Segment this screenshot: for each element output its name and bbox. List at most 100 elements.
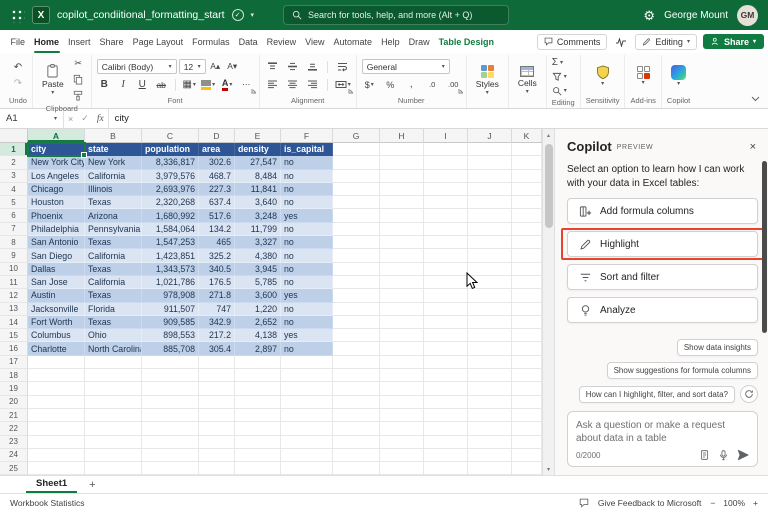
- cell-D3[interactable]: 468.7: [199, 170, 235, 183]
- cell-B25[interactable]: [85, 462, 142, 475]
- cell-K16[interactable]: [512, 342, 542, 355]
- row-header-9[interactable]: 9: [0, 249, 28, 262]
- cell-G1[interactable]: [333, 143, 380, 156]
- cell-K15[interactable]: [512, 329, 542, 342]
- cell-A11[interactable]: San Jose: [28, 276, 85, 289]
- cell-B10[interactable]: Texas: [85, 263, 142, 276]
- cell-H3[interactable]: [380, 170, 424, 183]
- cell-I5[interactable]: [424, 196, 468, 209]
- comma-format-button[interactable]: ,: [404, 77, 419, 92]
- cell-A1[interactable]: city: [28, 143, 85, 156]
- cell-J23[interactable]: [468, 436, 512, 449]
- tab-insert[interactable]: Insert: [64, 30, 96, 53]
- cell-C1[interactable]: population: [142, 143, 199, 156]
- cell-F6[interactable]: yes: [281, 209, 333, 222]
- cell-K24[interactable]: [512, 449, 542, 462]
- cell-C25[interactable]: [142, 462, 199, 475]
- cell-H21[interactable]: [380, 409, 424, 422]
- cell-F23[interactable]: [281, 436, 333, 449]
- cell-A19[interactable]: [28, 382, 85, 395]
- cell-A13[interactable]: Jacksonville: [28, 303, 85, 316]
- cell-H12[interactable]: [380, 289, 424, 302]
- cell-D13[interactable]: 747: [199, 303, 235, 316]
- cell-B20[interactable]: [85, 396, 142, 409]
- cell-J25[interactable]: [468, 462, 512, 475]
- cell-C6[interactable]: 1,680,992: [142, 209, 199, 222]
- cell-I12[interactable]: [424, 289, 468, 302]
- cell-D19[interactable]: [199, 382, 235, 395]
- row-header-4[interactable]: 4: [0, 183, 28, 196]
- tab-automate[interactable]: Automate: [329, 30, 377, 53]
- underline-button[interactable]: U: [135, 77, 150, 92]
- cell-A22[interactable]: [28, 422, 85, 435]
- scroll-up-arrow-icon[interactable]: ▴: [547, 129, 550, 141]
- row-header-18[interactable]: 18: [0, 369, 28, 382]
- cell-C8[interactable]: 1,547,253: [142, 236, 199, 249]
- cell-H19[interactable]: [380, 382, 424, 395]
- cell-F4[interactable]: no: [281, 183, 333, 196]
- cell-I9[interactable]: [424, 249, 468, 262]
- row-header-5[interactable]: 5: [0, 196, 28, 209]
- cell-E11[interactable]: 5,785: [235, 276, 281, 289]
- italic-button[interactable]: I: [116, 77, 131, 92]
- cell-K10[interactable]: [512, 263, 542, 276]
- cell-D23[interactable]: [199, 436, 235, 449]
- cell-F24[interactable]: [281, 449, 333, 462]
- cell-E25[interactable]: [235, 462, 281, 475]
- percent-format-button[interactable]: %: [383, 77, 398, 92]
- cell-D8[interactable]: 465: [199, 236, 235, 249]
- cell-D11[interactable]: 176.5: [199, 276, 235, 289]
- refresh-suggestions-button[interactable]: [740, 385, 758, 403]
- tab-page-layout[interactable]: Page Layout: [128, 30, 188, 53]
- editing-mode-dropdown[interactable]: Editing ▾: [635, 34, 697, 50]
- cell-G9[interactable]: [333, 249, 380, 262]
- cell-G3[interactable]: [333, 170, 380, 183]
- cell-C2[interactable]: 8,336,817: [142, 156, 199, 169]
- cell-K23[interactable]: [512, 436, 542, 449]
- cell-B18[interactable]: [85, 369, 142, 382]
- cell-G13[interactable]: [333, 303, 380, 316]
- cell-H15[interactable]: [380, 329, 424, 342]
- cell-F11[interactable]: no: [281, 276, 333, 289]
- sort-filter-button[interactable]: ▾: [552, 70, 567, 83]
- cell-K21[interactable]: [512, 409, 542, 422]
- cell-F12[interactable]: yes: [281, 289, 333, 302]
- alignment-dialog-launcher-icon[interactable]: [348, 88, 354, 94]
- cell-C9[interactable]: 1,423,851: [142, 249, 199, 262]
- cell-F1[interactable]: is_capital: [281, 143, 333, 156]
- align-top-button[interactable]: [265, 59, 280, 74]
- row-header-20[interactable]: 20: [0, 396, 28, 409]
- cell-B16[interactable]: North Carolina: [85, 342, 142, 355]
- sensitivity-button[interactable]: ▾: [592, 65, 614, 87]
- cell-C7[interactable]: 1,584,064: [142, 223, 199, 236]
- cell-D21[interactable]: [199, 409, 235, 422]
- cell-C23[interactable]: [142, 436, 199, 449]
- font-dialog-launcher-icon[interactable]: [251, 88, 257, 94]
- cell-A16[interactable]: Charlotte: [28, 342, 85, 355]
- cell-J20[interactable]: [468, 396, 512, 409]
- tab-formulas[interactable]: Formulas: [188, 30, 235, 53]
- saved-status-icon[interactable]: ✓: [232, 9, 244, 21]
- cell-I2[interactable]: [424, 156, 468, 169]
- column-header-K[interactable]: K: [512, 129, 542, 143]
- cell-B17[interactable]: [85, 356, 142, 369]
- cell-B4[interactable]: Illinois: [85, 183, 142, 196]
- row-header-13[interactable]: 13: [0, 303, 28, 316]
- copy-button[interactable]: [71, 72, 86, 87]
- cell-J16[interactable]: [468, 342, 512, 355]
- cell-I24[interactable]: [424, 449, 468, 462]
- row-header-23[interactable]: 23: [0, 436, 28, 449]
- share-button[interactable]: Share ▾: [703, 34, 764, 49]
- cell-A9[interactable]: San Diego: [28, 249, 85, 262]
- cell-A15[interactable]: Columbus: [28, 329, 85, 342]
- cell-D12[interactable]: 271.8: [199, 289, 235, 302]
- cell-G21[interactable]: [333, 409, 380, 422]
- cell-C15[interactable]: 898,553: [142, 329, 199, 342]
- cell-I10[interactable]: [424, 263, 468, 276]
- cell-B9[interactable]: California: [85, 249, 142, 262]
- cell-D15[interactable]: 217.2: [199, 329, 235, 342]
- font-name-select[interactable]: Calibri (Body) ▾: [97, 59, 177, 74]
- grid-scrollbar-thumb[interactable]: [545, 144, 553, 228]
- cell-D10[interactable]: 340.5: [199, 263, 235, 276]
- tab-review[interactable]: Review: [262, 30, 301, 53]
